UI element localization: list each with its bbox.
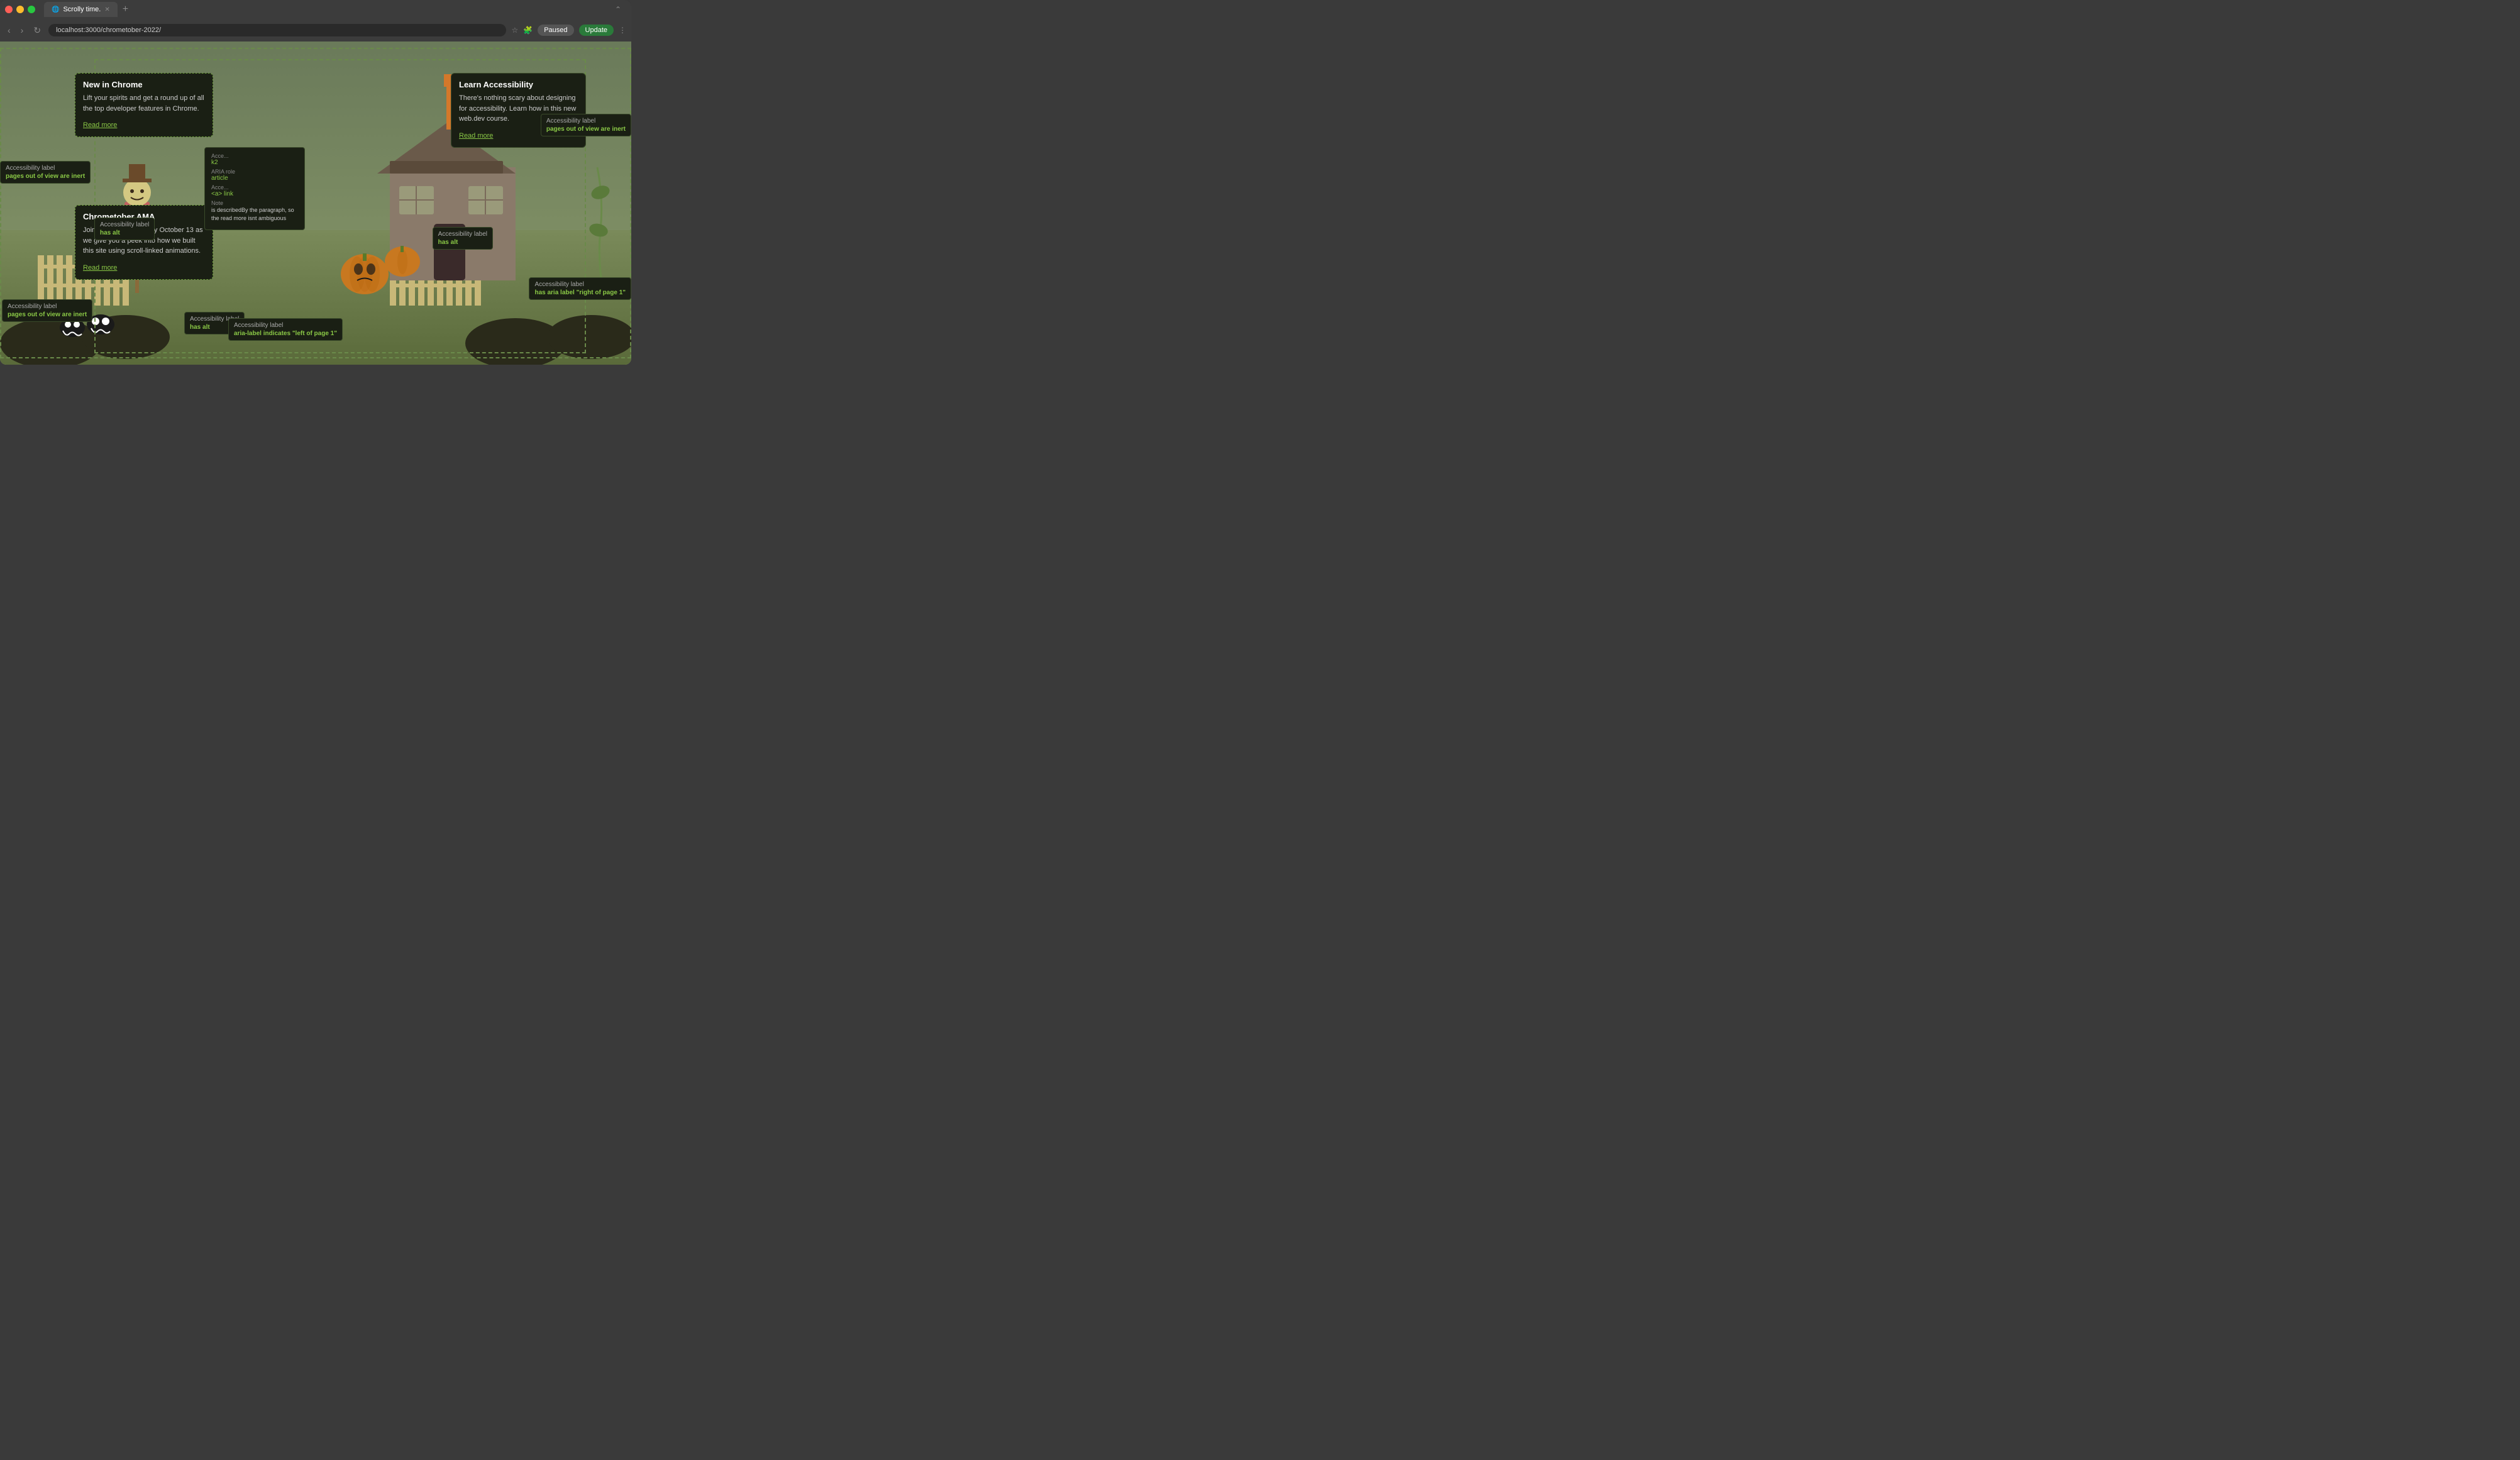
back-button[interactable]: ‹ (5, 24, 13, 36)
maximize-button[interactable] (28, 6, 35, 13)
new-in-chrome-read-more[interactable]: Read more (83, 121, 117, 129)
browser-actions: ☆ 🧩 Paused Update ⋮ (511, 25, 626, 36)
chrometober-ama-read-more[interactable]: Read more (83, 264, 117, 272)
acc-label-value-bl: pages out of view are inert (8, 311, 87, 318)
acc-label-title-4: Accessibility label (546, 118, 626, 124)
minimize-button[interactable] (16, 6, 24, 13)
address-bar: ‹ › ↻ localhost:3000/chrometober-2022/ ☆… (0, 19, 631, 41)
acc-label-title-bl: Accessibility label (8, 303, 87, 310)
aria-popup: Acce... k2 ARIA role article Acce... <a>… (204, 147, 305, 230)
update-button[interactable]: Update (579, 25, 614, 36)
browser-window: 🌐 Scrolly time. ✕ + ⌃ ‹ › ↻ localhost:30… (0, 0, 631, 365)
forward-button[interactable]: › (18, 24, 26, 36)
aria-row-role: ARIA role article (211, 169, 298, 182)
acc-label-value-1: pages out of view are inert (6, 173, 85, 180)
acc-label-title-3: Accessibility label (438, 231, 487, 238)
aria-row-accname: Acce... k2 (211, 153, 298, 166)
aria-accname-value: k2 (211, 159, 298, 166)
acc-label-value-2: has alt (100, 230, 149, 236)
learn-accessibility-title: Learn Accessibility (459, 80, 578, 89)
aria-row-note: Note is describedBy the paragraph, so th… (211, 200, 298, 222)
tab-bar: 🌐 Scrolly time. ✕ + (44, 2, 611, 17)
chrometober-ama-card: Chrometober AMA Join us live on Thursday… (75, 205, 213, 280)
acc-label-scarecrow: Accessibility label has alt (94, 218, 155, 240)
acc-label-pages-inert-right: Accessibility label pages out of view ar… (541, 114, 631, 136)
acc-label-value-7: has aria label "right of page 1" (534, 289, 626, 296)
aria-accname-label: Acce... (211, 153, 298, 159)
url-text: localhost:3000/chrometober-2022/ (56, 26, 161, 34)
aria-accname2-value: <a> link (211, 191, 298, 197)
aria-note-text: is describedBy the paragraph, so the rea… (211, 206, 298, 222)
acc-label-title-1: Accessibility label (6, 165, 85, 172)
aria-accname2-label: Acce... (211, 184, 298, 191)
close-button[interactable] (5, 6, 13, 13)
url-field[interactable]: localhost:3000/chrometober-2022/ (48, 24, 506, 36)
aria-note-label: Note (211, 200, 298, 206)
content-area: New in Chrome Lift your spirits and get … (0, 41, 631, 365)
reload-button[interactable]: ↻ (31, 24, 43, 37)
extension-icon[interactable]: 🧩 (523, 26, 533, 35)
acc-label-title-7: Accessibility label (534, 281, 626, 288)
acc-label-pages-inert-left: Accessibility label pages out of view ar… (0, 161, 91, 184)
new-in-chrome-title: New in Chrome (83, 80, 205, 89)
acc-label-bottom-inert: Accessibility label pages out of view ar… (2, 299, 92, 322)
window-controls: ⌃ (615, 5, 626, 14)
learn-accessibility-read-more[interactable]: Read more (459, 132, 493, 140)
acc-label-title-2: Accessibility label (100, 221, 149, 228)
menu-icon[interactable]: ⋮ (619, 26, 626, 35)
acc-label-value-6: aria-label indicates "left of page 1" (234, 330, 337, 337)
aria-role-value: article (211, 175, 298, 182)
paused-button[interactable]: Paused (538, 25, 573, 36)
title-bar: 🌐 Scrolly time. ✕ + ⌃ (0, 0, 631, 19)
acc-label-left-of-page: Accessibility label aria-label indicates… (228, 318, 343, 341)
new-in-chrome-body: Lift your spirits and get a round up of … (83, 93, 205, 114)
bookmark-icon[interactable]: ☆ (511, 26, 518, 35)
acc-label-value-3: has alt (438, 239, 487, 246)
active-tab[interactable]: 🌐 Scrolly time. ✕ (44, 2, 118, 17)
acc-label-value-4: pages out of view are inert (546, 126, 626, 133)
acc-label-right-of-page: Accessibility label has aria label "righ… (529, 277, 631, 300)
acc-label-title-6: Accessibility label (234, 322, 337, 329)
new-tab-button[interactable]: + (120, 4, 131, 15)
acc-label-pumpkin: Accessibility label has alt (433, 227, 493, 250)
new-in-chrome-card: New in Chrome Lift your spirits and get … (75, 73, 213, 137)
aria-role-label: ARIA role (211, 169, 298, 175)
tab-title: Scrolly time. (63, 6, 101, 13)
tab-close-icon[interactable]: ✕ (104, 6, 109, 13)
aria-row-accname2: Acce... <a> link (211, 184, 298, 197)
